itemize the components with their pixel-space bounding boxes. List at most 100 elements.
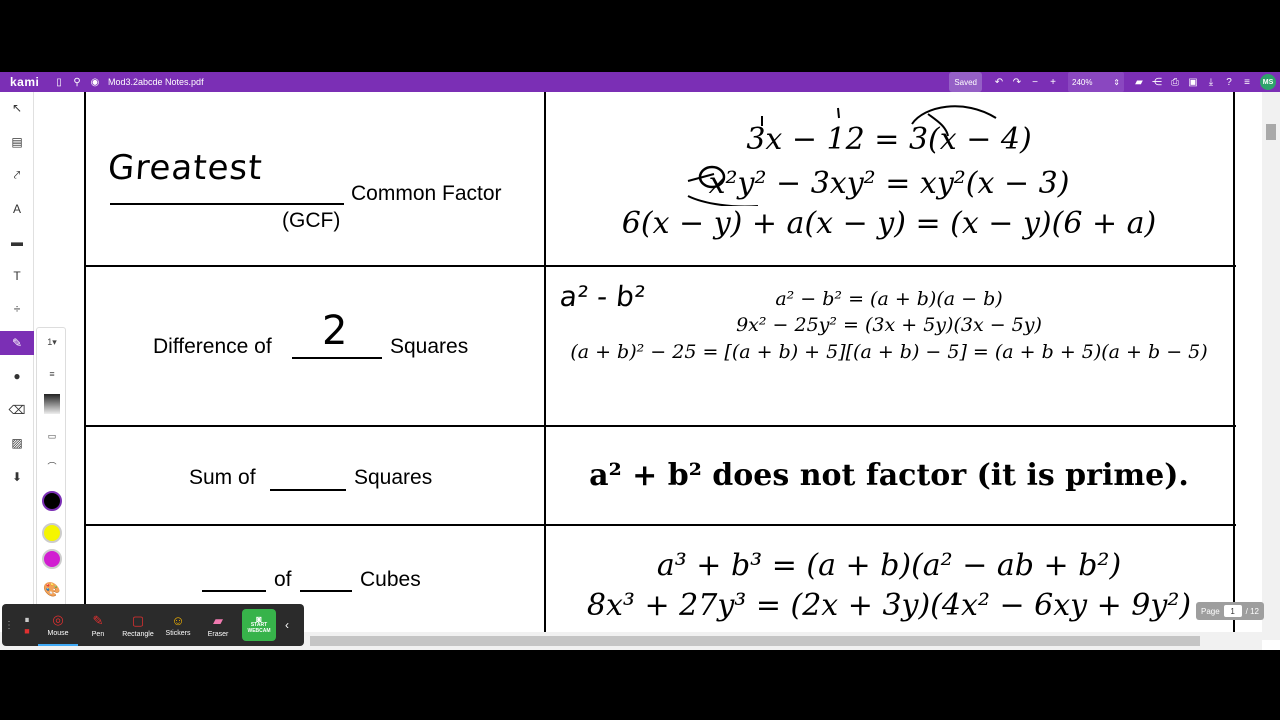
eraser-label: Eraser [207, 630, 229, 638]
rectangle-icon: ▢ [131, 612, 145, 628]
stickers-button[interactable]: ☺ Stickers [158, 604, 198, 646]
sum-of-label: Sum of [189, 466, 256, 489]
row-divider [84, 265, 1236, 267]
location-icon[interactable]: ⬇ [0, 465, 34, 489]
difference-example-3: (a + b)² − 25 = [(a + b) + 5][(a + b) − … [570, 341, 1208, 363]
ruler-icon[interactable]: ▭ [37, 426, 67, 446]
book-icon[interactable]: ▤ [0, 130, 34, 154]
pen-label: Pen [91, 630, 105, 638]
help-icon[interactable]: ? [1220, 72, 1238, 92]
kami-app: kami ▯ ⚲ ◉ Mod3.2abcde Notes.pdf Saved ↶… [0, 72, 1280, 650]
sticker-icon: ☺ [171, 613, 185, 628]
redo-icon[interactable]: ↷ [1008, 72, 1026, 92]
cubes-label: Cubes [360, 568, 421, 591]
divide-icon[interactable]: ÷ [0, 297, 34, 321]
pen-icon[interactable]: ✎ [0, 331, 34, 355]
mouse-button[interactable]: ◎ Mouse [38, 604, 78, 646]
download-icon[interactable]: ⤓ [1202, 72, 1220, 92]
vertical-scrollbar[interactable] [1262, 92, 1280, 640]
horizontal-scroll-thumb[interactable] [310, 636, 1200, 646]
collapse-icon[interactable]: ‹ [280, 604, 294, 646]
text-icon[interactable]: T [0, 264, 34, 288]
palette-icon[interactable]: 🎨 [37, 578, 67, 600]
blank-line [270, 489, 346, 491]
zoom-select[interactable]: 240% ⇕ [1068, 72, 1124, 92]
handwritten-two: 2 [322, 308, 348, 354]
table-border-right [1233, 92, 1235, 632]
of-label: of [274, 568, 292, 591]
print-icon[interactable]: ⎙ [1166, 72, 1184, 92]
handwritten-greatest: Greatest [106, 148, 265, 188]
right-toolbar: Saved ↶ ↷ − + 240% ⇕ ▰ ⋲ ⎙ ▣ ⤓ ? ≡ MS [949, 72, 1280, 92]
pen-size-select[interactable]: 1 ▾ [37, 334, 67, 350]
pause-icon[interactable]: ⏸ [25, 615, 30, 626]
difference-of-label: Difference of [153, 335, 272, 358]
gcf-example-3: 6(x − y) + a(x − y) = (x − y)(6 + a) [621, 206, 1157, 241]
top-toolbar: kami ▯ ⚲ ◉ Mod3.2abcde Notes.pdf Saved ↶… [0, 72, 1280, 92]
eraser-icon[interactable]: ⌫ [0, 398, 34, 422]
vertical-scroll-thumb[interactable] [1266, 124, 1276, 140]
search-icon[interactable]: ⚲ [68, 72, 86, 92]
undo-icon[interactable]: ↶ [990, 72, 1008, 92]
comment-icon[interactable]: ▬ [0, 230, 34, 254]
cubes-example-2: 8x³ + 27y³ = (2x + 3y)(4x² − 6xy + 9y²) [586, 588, 1192, 623]
rectangle-label: Rectangle [122, 630, 154, 638]
difference-example-1: a² − b² = (a + b)(a − b) [775, 288, 1003, 310]
folder-icon[interactable]: ▰ [1130, 72, 1148, 92]
page-label: Page [1200, 606, 1220, 616]
page-indicator: Page 1 / 12 [1196, 602, 1264, 620]
color-magenta[interactable] [37, 546, 67, 572]
row-divider [84, 425, 1236, 427]
row-divider [84, 524, 1236, 526]
menu-icon[interactable]: ≡ [1238, 72, 1256, 92]
shapes-icon[interactable]: ● [0, 364, 34, 388]
rectangle-button[interactable]: ▢ Rectangle [118, 604, 158, 646]
stop-icon[interactable]: ■ [24, 626, 29, 636]
opacity-icon[interactable] [37, 392, 67, 416]
pen-options-panel: 1 ▾ ≡ ▭ ⌒ 🎨 [36, 327, 66, 607]
line-style-icon[interactable]: ≡ [37, 364, 67, 384]
avatar[interactable]: MS [1260, 74, 1276, 90]
start-webcam-button[interactable]: ◙ START WEBCAM [242, 609, 276, 641]
share-icon[interactable]: ⋲ [1148, 72, 1166, 92]
sum-of-squares-statement: a² + b² does not factor (it is prime). [589, 458, 1189, 493]
image-icon[interactable]: ▨ [0, 431, 34, 455]
zoom-level: 240% [1072, 77, 1093, 87]
difference-example-2: 9x² − 25y² = (3x + 5y)(3x − 5y) [736, 314, 1042, 336]
document-title[interactable]: Mod3.2abcde Notes.pdf [108, 72, 204, 92]
recording-controls: ⏸ ■ [16, 604, 38, 646]
kami-logo: kami [10, 75, 40, 89]
mouse-label: Mouse [47, 629, 69, 637]
chevron-icon: ⇕ [1113, 77, 1120, 87]
zoom-out-icon[interactable]: − [1026, 72, 1044, 92]
pen-size-value: 1 [47, 337, 53, 347]
blank-line [110, 203, 344, 205]
pdf-page[interactable]: Greatest Common Factor (GCF) 3x − 12 = 3… [84, 92, 1236, 632]
gcf-abbrev: (GCF) [282, 209, 341, 232]
webcam-label: START WEBCAM [247, 622, 271, 634]
color-yellow[interactable] [37, 520, 67, 546]
comment-pointer-icon[interactable]: ⤤ [0, 163, 34, 187]
mouse-icon: ◎ [52, 611, 64, 627]
blank-line [292, 357, 382, 359]
table-border-left [84, 92, 86, 632]
sidebar-icon[interactable]: ▯ [50, 72, 68, 92]
globe-icon: ◉ [90, 76, 100, 88]
select-icon[interactable]: ↖ [0, 96, 34, 120]
eraser-button[interactable]: ▰ Eraser [198, 604, 238, 646]
highlighter-icon[interactable]: A [0, 197, 34, 221]
left-tool-rail: ↖ ▤ ⤤ A ▬ T ÷ ✎ ● ⌫ ▨ ⬇ [0, 92, 34, 650]
curve-icon[interactable]: ⌒ [37, 456, 67, 476]
color-black[interactable] [37, 488, 67, 514]
pen-button[interactable]: ✎ Pen [78, 604, 118, 646]
page-number-input[interactable]: 1 [1223, 605, 1242, 617]
squares-label: Squares [390, 335, 469, 358]
page-total: / 12 [1245, 606, 1259, 616]
save-icon[interactable]: ▣ [1184, 72, 1202, 92]
zoom-in-icon[interactable]: + [1044, 72, 1062, 92]
handwritten-annotations [687, 105, 997, 206]
eraser-icon: ▰ [213, 612, 223, 628]
blank-line [300, 590, 352, 592]
drag-handle-icon[interactable]: ⋮ [2, 604, 16, 646]
screen-recorder-bar: ⋮ ⏸ ■ ◎ Mouse ✎ Pen ▢ Rectangle ☺ Stickers ▰… [2, 604, 304, 646]
